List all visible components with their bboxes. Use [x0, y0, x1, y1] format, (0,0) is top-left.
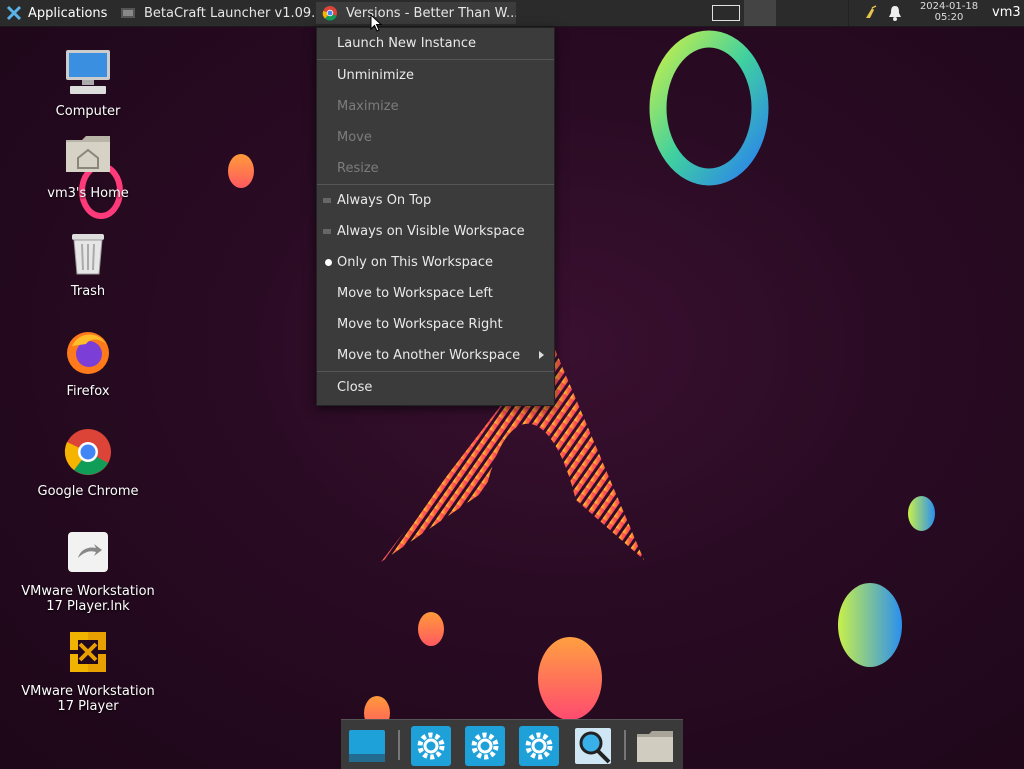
menu-item-label: Unminimize [337, 68, 414, 83]
desktop-icon-label: Computer [55, 104, 121, 119]
menu-item-label: Move [337, 130, 372, 145]
menu-item-label: Resize [337, 161, 379, 176]
desktop-icon-chrome[interactable]: Google Chrome [18, 428, 158, 499]
desktop-icon-label: Firefox [66, 384, 110, 399]
menu-item-maximize: Maximize [317, 91, 554, 122]
menu-item-label: Only on This Workspace [337, 255, 493, 270]
wallpaper-ring [649, 30, 769, 186]
clock-time: 05:20 [934, 12, 964, 23]
desktop-icon-firefox[interactable]: Firefox [18, 328, 158, 399]
notifications-bell-icon[interactable] [888, 5, 902, 21]
folder-icon[interactable] [635, 726, 675, 766]
settings-icon[interactable] [411, 726, 451, 766]
desktop-icon-vmware-lnk[interactable]: VMware Workstation 17 Player.lnk [18, 528, 158, 614]
top-panel: Applications BetaCraft Launcher v1.09...… [0, 0, 1024, 27]
desktop-icon-label: vm3's Home [47, 186, 129, 201]
dock-separator [398, 730, 400, 760]
wallpaper-bubble [908, 496, 935, 531]
menu-item-only-on-this-workspace[interactable]: Only on This Workspace [317, 247, 554, 278]
taskbar-item-versions[interactable]: Versions - Better Than W... [316, 2, 516, 24]
menu-item-label: Move to Another Workspace [337, 348, 521, 363]
menu-item-always-on-top[interactable]: Always On Top [317, 185, 554, 216]
menu-item-label: Move to Workspace Right [337, 317, 503, 332]
trash-icon [72, 234, 104, 275]
applications-menu-button[interactable]: Applications [0, 0, 111, 26]
menu-item-move-workspace-right[interactable]: Move to Workspace Right [317, 309, 554, 340]
menu-item-always-on-visible-workspace[interactable]: Always on Visible Workspace [317, 216, 554, 247]
dock [341, 719, 683, 769]
window-context-menu: Launch New Instance Unminimize Maximize … [316, 27, 555, 406]
desktop-icon-computer[interactable]: Computer [18, 48, 158, 119]
network-icon[interactable] [863, 5, 879, 21]
menu-item-label: Close [337, 380, 373, 395]
desktop-icon-label: VMware Workstation 17 Player [21, 684, 155, 714]
wallpaper-bubble [228, 154, 254, 188]
clock-date: 2024-01-18 [919, 1, 979, 12]
workspace-1-button[interactable] [712, 5, 740, 21]
taskbar-item-betacraft[interactable]: BetaCraft Launcher v1.09... [114, 2, 314, 24]
mouse-cursor-icon [370, 14, 382, 32]
menu-item-label: Always On Top [337, 193, 432, 208]
settings-icon[interactable] [519, 726, 559, 766]
betacraft-icon [121, 8, 135, 18]
workspace-2-button[interactable] [744, 0, 776, 26]
radio-selected-icon [325, 259, 332, 266]
menu-item-label: Move to Workspace Left [337, 286, 493, 301]
dock-separator [624, 730, 626, 760]
submenu-arrow-icon [539, 351, 544, 359]
menu-item-resize: Resize [317, 153, 554, 184]
menu-item-close[interactable]: Close [317, 372, 554, 403]
vmware-icon [70, 632, 106, 672]
menu-item-launch-new-instance[interactable]: Launch New Instance [317, 28, 554, 59]
home-folder-icon [66, 136, 110, 172]
desktop-icon-label: VMware Workstation 17 Player.lnk [21, 584, 155, 614]
menu-item-move: Move [317, 122, 554, 153]
desktop-icon-label: Google Chrome [37, 484, 139, 499]
wallpaper-bubble [838, 583, 902, 667]
wallpaper-bubble [538, 637, 602, 720]
search-icon[interactable] [573, 726, 613, 766]
panel-separator [848, 0, 849, 26]
vmware-link-icon [68, 532, 108, 572]
firefox-icon [67, 332, 109, 374]
xfce-logo-icon [6, 5, 22, 21]
desktop-icon[interactable] [347, 726, 387, 766]
clock[interactable]: 2024-01-18 05:20 [912, 0, 986, 23]
menu-item-move-another-workspace[interactable]: Move to Another Workspace [317, 340, 554, 371]
user-menu[interactable]: vm3 [992, 5, 1021, 20]
computer-icon [66, 50, 110, 94]
desktop-icon-trash[interactable]: Trash [18, 228, 158, 299]
desktop-icon-vmware[interactable]: VMware Workstation 17 Player [18, 628, 158, 714]
menu-item-label: Launch New Instance [337, 36, 476, 51]
checkbox-icon [323, 229, 331, 234]
wallpaper-bubble [418, 612, 444, 646]
menu-item-label: Maximize [337, 99, 399, 114]
applications-label: Applications [28, 5, 108, 21]
taskbar-item-label: BetaCraft Launcher v1.09... [144, 5, 314, 21]
chrome-icon [64, 429, 111, 475]
checkbox-icon [323, 198, 331, 203]
chrome-icon [322, 6, 337, 21]
menu-item-move-workspace-left[interactable]: Move to Workspace Left [317, 278, 554, 309]
desktop-icon-label: Trash [70, 284, 106, 299]
menu-item-unminimize[interactable]: Unminimize [317, 60, 554, 91]
settings-icon[interactable] [465, 726, 505, 766]
desktop-icon-home[interactable]: vm3's Home [18, 130, 158, 201]
menu-item-label: Always on Visible Workspace [337, 224, 525, 239]
